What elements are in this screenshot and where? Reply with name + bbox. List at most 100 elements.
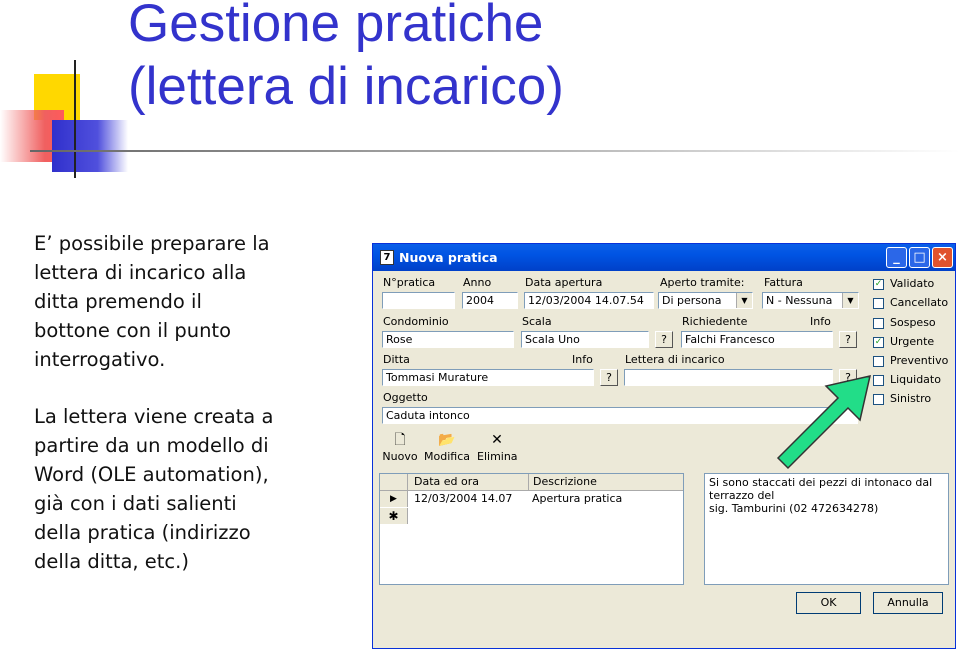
paragraph-1: E’ possibile preparare la lettera di inc… — [34, 229, 270, 374]
richiedente-label: Richiedente — [682, 315, 748, 328]
close-button[interactable]: × — [932, 247, 953, 268]
ok-button[interactable]: OK — [796, 592, 861, 614]
checkbox-label: Preventivo — [890, 354, 949, 367]
text-line: della pratica (indirizzo — [34, 521, 251, 544]
slide-title-line1: Gestione pratiche — [128, 0, 544, 53]
scala-lookup-button[interactable]: ? — [655, 331, 673, 348]
ditta-label: Ditta — [383, 353, 410, 366]
checkbox-liquidato[interactable]: Liquidato — [873, 373, 941, 386]
ditta-field[interactable]: Tommasi Murature — [382, 369, 594, 386]
grid-header: Data ed ora Descrizione — [380, 474, 683, 491]
minimize-button[interactable]: _ — [886, 247, 907, 268]
checkbox-box — [873, 355, 884, 367]
text-line: già con i dati salienti — [34, 492, 237, 515]
window-titlebar[interactable]: 7 Nuova pratica _ □ × — [373, 244, 955, 271]
text-line: partire da un modello di — [34, 434, 269, 457]
checkbox-box — [873, 374, 884, 386]
fattura-select[interactable]: N - Nessuna ▼ — [762, 292, 859, 309]
text-line: lettera di incarico alla — [34, 261, 247, 284]
nuovo-label: Nuovo — [382, 450, 418, 463]
toolbar: 🗋 Nuovo 📂 Modifica ✕ Elimina — [377, 430, 525, 468]
dropdown-arrow-icon[interactable]: ▼ — [842, 293, 858, 308]
window-title: Nuova pratica — [399, 250, 498, 265]
npratica-label: N°pratica — [383, 276, 436, 289]
oggetto-label: Oggetto — [383, 391, 428, 404]
memo-line: Si sono staccati dei pezzi di intonaco d… — [709, 476, 933, 502]
slide-title-line2: (lettera di incarico) — [128, 57, 564, 116]
anno-label: Anno — [463, 276, 492, 289]
column-header-descrizione[interactable]: Descrizione — [528, 474, 597, 490]
checkbox-validato[interactable]: ✓ Validato — [873, 277, 934, 290]
checkbox-label: Validato — [890, 277, 935, 290]
elimina-label: Elimina — [477, 450, 518, 463]
new-document-icon: 🗋 — [394, 432, 406, 448]
lettera-incarico-lookup-button[interactable]: ? — [839, 369, 857, 386]
nuova-pratica-window: 7 Nuova pratica _ □ × N°pratica Anno 200… — [372, 243, 956, 649]
current-row-icon: ▶ — [380, 491, 408, 507]
text-line: interrogativo. — [34, 348, 166, 371]
richiedente-field[interactable]: Falchi Francesco — [681, 331, 833, 348]
annulla-button[interactable]: Annulla — [873, 592, 943, 614]
checkbox-box — [873, 297, 884, 309]
data-apertura-field[interactable]: 12/03/2004 14.07.54 — [524, 292, 654, 309]
aperto-tramite-select[interactable]: Di persona ▼ — [658, 292, 753, 309]
notes-memo[interactable]: Si sono staccati dei pezzi di intonaco d… — [704, 473, 949, 585]
fattura-label: Fattura — [764, 276, 803, 289]
text-line: La lettera viene creata a — [34, 405, 274, 428]
richiedente-lookup-button[interactable]: ? — [839, 331, 857, 348]
checkbox-box — [873, 393, 884, 405]
app-icon: 7 — [380, 250, 394, 265]
condominio-field[interactable]: Rose — [382, 331, 514, 348]
checkbox-preventivo[interactable]: Preventivo — [873, 354, 948, 367]
delete-x-icon: ✕ — [491, 432, 503, 448]
oggetto-field[interactable]: Caduta intonco — [382, 407, 858, 424]
maximize-button[interactable]: □ — [909, 247, 930, 268]
condominio-label: Condominio — [383, 315, 449, 328]
ditta-lookup-button[interactable]: ? — [600, 369, 618, 386]
richiedente-info-button[interactable]: Info — [805, 314, 836, 330]
nuovo-button[interactable]: 🗋 Nuovo — [381, 432, 419, 466]
data-apertura-label: Data apertura — [525, 276, 603, 289]
checkbox-label: Liquidato — [890, 373, 941, 386]
title-rule — [30, 150, 960, 152]
npratica-field[interactable] — [382, 292, 455, 309]
check-icon: ✓ — [873, 278, 884, 290]
checkbox-sinistro[interactable]: Sinistro — [873, 392, 931, 405]
decor-blue-square — [52, 120, 128, 172]
cell-descrizione[interactable]: Apertura pratica — [528, 491, 622, 507]
grid-corner — [380, 474, 408, 490]
text-line: della ditta, etc.) — [34, 550, 189, 573]
elimina-button[interactable]: ✕ Elimina — [477, 432, 518, 466]
checkbox-label: Sospeso — [890, 316, 936, 329]
dropdown-arrow-icon[interactable]: ▼ — [736, 293, 752, 308]
fattura-value: N - Nessuna — [766, 294, 833, 307]
paragraph-2: La lettera viene creata a partire da un … — [34, 402, 273, 576]
text-line: E’ possibile preparare la — [34, 232, 270, 255]
aperto-tramite-value: Di persona — [662, 294, 722, 307]
memo-line: sig. Tamburini (02 472634278) — [709, 502, 879, 515]
modifica-button[interactable]: 📂 Modifica — [423, 432, 471, 466]
checkbox-sospeso[interactable]: Sospeso — [873, 316, 936, 329]
checkbox-box — [873, 317, 884, 329]
history-grid: Data ed ora Descrizione ▶ 12/03/2004 14.… — [379, 473, 684, 585]
checkbox-label: Cancellato — [890, 296, 949, 309]
scala-field[interactable]: Scala Uno — [521, 331, 649, 348]
text-line: bottone con il punto — [34, 319, 231, 342]
anno-field[interactable]: 2004 — [462, 292, 518, 309]
ditta-info-button[interactable]: Info — [567, 352, 598, 368]
lettera-incarico-label: Lettera di incarico — [625, 353, 725, 366]
aperto-tramite-label: Aperto tramite: — [660, 276, 745, 289]
cell-data[interactable]: 12/03/2004 14.07 — [410, 491, 512, 507]
open-folder-icon: 📂 — [438, 432, 456, 448]
text-line: Word (OLE automation), — [34, 463, 269, 486]
check-icon: ✓ — [873, 336, 884, 348]
column-header-data[interactable]: Data ed ora — [410, 474, 479, 490]
checkbox-urgente[interactable]: ✓ Urgente — [873, 335, 934, 348]
checkbox-label: Urgente — [890, 335, 935, 348]
lettera-incarico-field[interactable] — [624, 369, 833, 386]
checkbox-label: Sinistro — [890, 392, 932, 405]
checkbox-cancellato[interactable]: Cancellato — [873, 296, 948, 309]
scala-label: Scala — [522, 315, 552, 328]
slide-title: Gestione pratiche (lettera di incarico) — [128, 0, 564, 118]
modifica-label: Modifica — [424, 450, 470, 463]
